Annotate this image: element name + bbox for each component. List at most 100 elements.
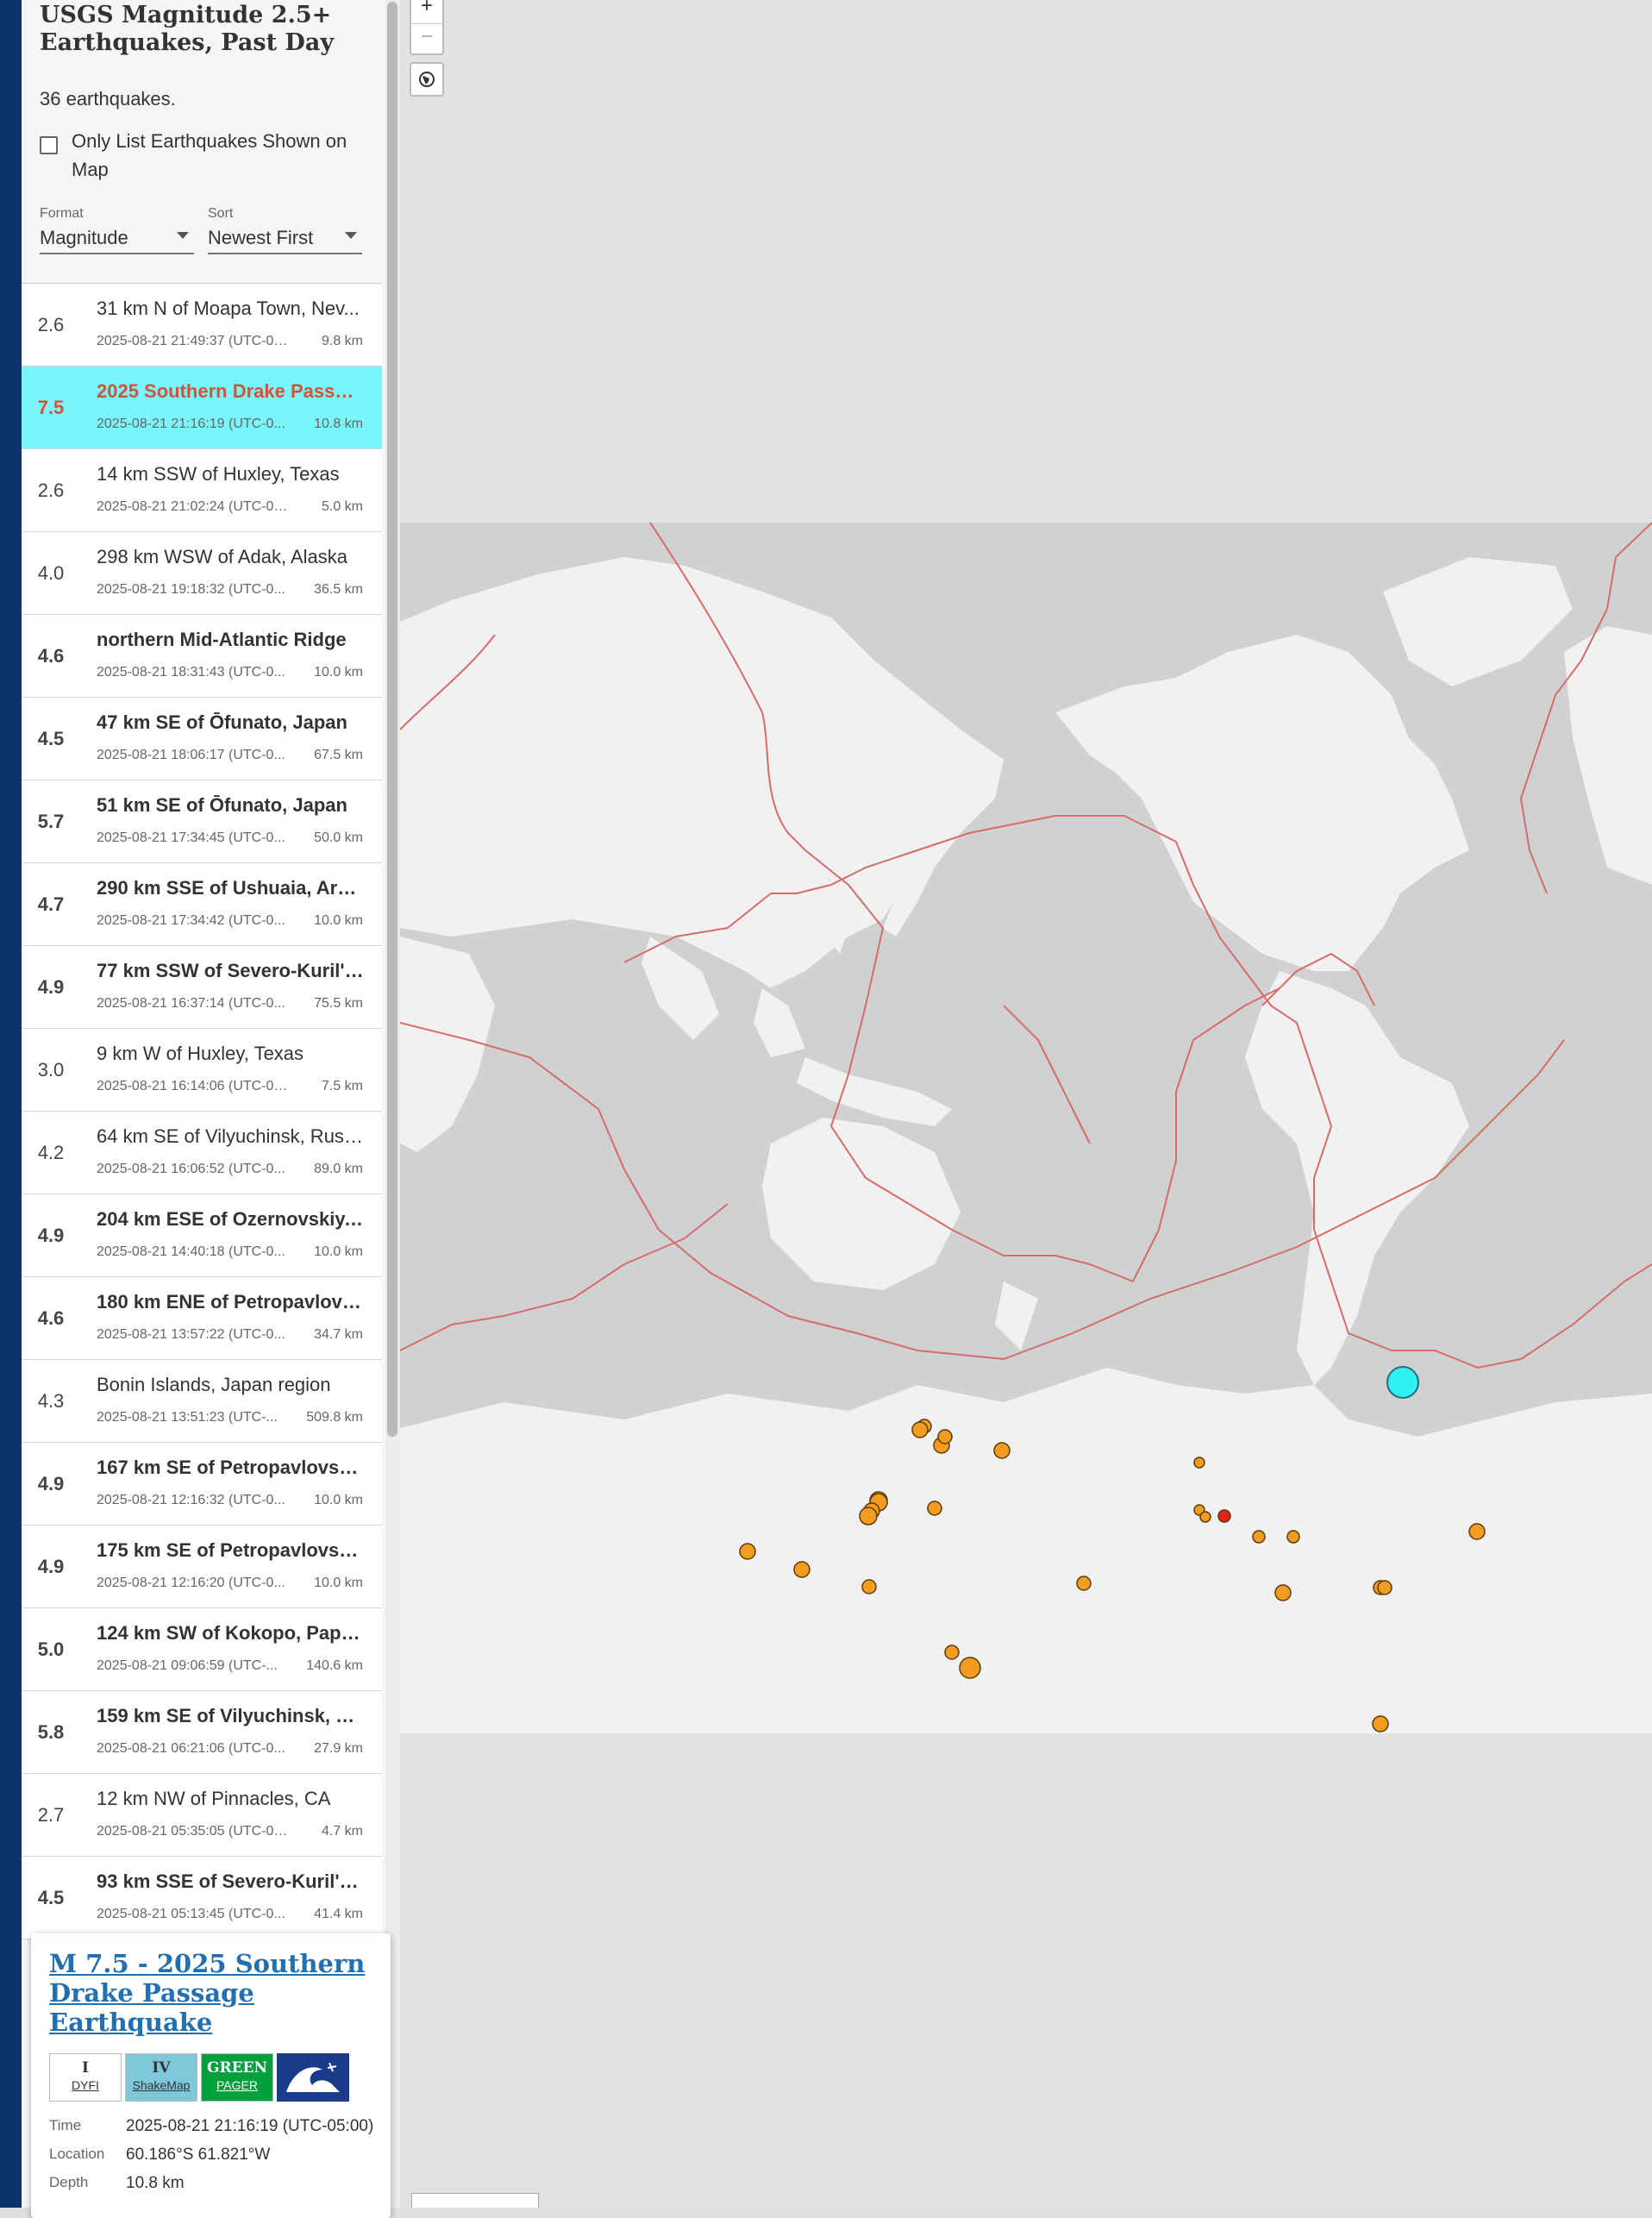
- quake-marker[interactable]: [861, 1579, 877, 1595]
- event-time: 2025-08-21 13:51:23 (UTC-...: [97, 1410, 278, 1425]
- list-item[interactable]: 2.6 31 km N of Moapa Town, Nev... 2025-08-…: [22, 284, 382, 367]
- event-time: 2025-08-21 17:34:42 (UTC-0...: [97, 913, 285, 928]
- place-name: 124 km SW of Kokopo, Papua...: [97, 1622, 364, 1644]
- list-item[interactable]: 4.0 298 km WSW of Adak, Alaska 2025-08-21 …: [22, 532, 382, 615]
- magnitude: 4.5: [37, 1887, 65, 1908]
- place-name: 51 km SE of Ōfunato, Japan: [97, 794, 347, 816]
- earthquake-list-sidebar: USGS Magnitude 2.5+ Earthquakes, Past Da…: [22, 0, 400, 2208]
- event-time: 2025-08-21 14:40:18 (UTC-0...: [97, 1244, 285, 1259]
- list-item[interactable]: 4.3 Bonin Islands, Japan region 2025-08-21…: [22, 1360, 382, 1443]
- tsunami-badge[interactable]: [277, 2053, 349, 2102]
- event-depth: 41.4 km: [314, 1907, 363, 1921]
- quake-marker[interactable]: [1199, 1511, 1211, 1523]
- format-label: Format: [40, 206, 84, 221]
- place-name: 159 km SE of Vilyuchinsk, Ru...: [97, 1705, 364, 1726]
- list-item-selected[interactable]: 7.5 2025 Southern Drake Passag... 2025-08-…: [22, 367, 382, 449]
- event-depth: 67.5 km: [314, 748, 363, 762]
- magnitude: 4.2: [37, 1142, 65, 1163]
- sort-label: Sort: [208, 206, 234, 221]
- location-value: 60.186°S 61.821°W: [126, 2146, 271, 2164]
- sidebar-scrollbar-thumb[interactable]: [387, 2, 397, 1437]
- place-name: 77 km SSW of Severo-Kuril's...: [97, 960, 364, 981]
- basemap-button[interactable]: [410, 62, 444, 97]
- event-depth: 34.7 km: [314, 1327, 363, 1342]
- map-filter-label: Only List Earthquakes Shown on Map: [72, 130, 347, 180]
- magnitude: 4.3: [37, 1390, 65, 1412]
- list-item[interactable]: 4.6 northern Mid-Atlantic Ridge 2025-08-21…: [22, 615, 382, 698]
- event-time: 2025-08-21 12:16:32 (UTC-0...: [97, 1493, 285, 1507]
- list-item[interactable]: 4.9 175 km SE of Petropavlovsk-... 2025-08…: [22, 1526, 382, 1608]
- list-item[interactable]: 4.5 47 km SE of Ōfunato, Japan 2025-08-21 …: [22, 698, 382, 780]
- place-name: 14 km SSW of Huxley, Texas: [97, 463, 340, 485]
- place-name: 175 km SE of Petropavlovsk-...: [97, 1539, 364, 1561]
- zoom-out-button[interactable]: −: [411, 23, 442, 54]
- quake-marker[interactable]: [911, 1421, 929, 1438]
- quake-marker[interactable]: [927, 1501, 942, 1516]
- event-depth: 50.0 km: [314, 830, 363, 845]
- event-depth: 509.8 km: [306, 1410, 363, 1425]
- quake-marker[interactable]: [937, 1429, 953, 1444]
- quake-marker[interactable]: [1076, 1576, 1092, 1591]
- sort-value: Newest First: [208, 227, 314, 248]
- event-time: 2025-08-21 21:16:19 (UTC-0...: [97, 417, 285, 431]
- list-item[interactable]: 4.9 167 km SE of Petropavlovsk-... 2025-08…: [22, 1443, 382, 1526]
- magnitude: 4.0: [37, 562, 65, 584]
- chevron-down-icon: [345, 232, 357, 239]
- quake-marker[interactable]: [859, 1507, 878, 1526]
- list-item[interactable]: 5.8 159 km SE of Vilyuchinsk, Ru... 2025-0…: [22, 1691, 382, 1774]
- list-item[interactable]: 4.2 64 km SE of Vilyuchinsk, Russia 2025-0…: [22, 1112, 382, 1194]
- map-filter-toggle[interactable]: Only List Earthquakes Shown on Map: [40, 127, 385, 184]
- sort-select[interactable]: Sort Newest First: [208, 206, 362, 254]
- quake-marker[interactable]: [1193, 1457, 1205, 1469]
- tsunami-wave-icon: [286, 2062, 340, 2092]
- place-name: Bonin Islands, Japan region: [97, 1374, 331, 1395]
- earthquake-map[interactable]: + −: [400, 0, 1652, 2208]
- quake-marker-recent[interactable]: [1217, 1509, 1231, 1523]
- magnitude: 2.6: [37, 479, 65, 501]
- list-item[interactable]: 5.0 124 km SW of Kokopo, Papua... 2025-08-…: [22, 1608, 382, 1691]
- list-item[interactable]: 2.6 14 km SSW of Huxley, Texas 2025-08-21 …: [22, 449, 382, 532]
- list-item[interactable]: 2.7 12 km NW of Pinnacles, CA 2025-08-21 0…: [22, 1774, 382, 1857]
- map-filter-checkbox[interactable]: [40, 136, 58, 154]
- magnitude: 4.5: [37, 728, 65, 749]
- place-name: 9 km W of Huxley, Texas: [97, 1043, 304, 1064]
- quake-marker[interactable]: [944, 1645, 960, 1660]
- quake-marker[interactable]: [1468, 1523, 1486, 1540]
- event-time: 2025-08-21 16:14:06 (UTC-05:...: [97, 1079, 291, 1093]
- place-name: 298 km WSW of Adak, Alaska: [97, 546, 348, 567]
- quake-marker[interactable]: [1286, 1530, 1300, 1544]
- list-item[interactable]: 4.7 290 km SSE of Ushuaia, Arge... 2025-08…: [22, 863, 382, 946]
- magnitude: 5.0: [37, 1638, 65, 1660]
- quake-marker[interactable]: [959, 1657, 981, 1679]
- quake-marker[interactable]: [1274, 1584, 1292, 1601]
- event-depth: 27.9 km: [314, 1741, 363, 1756]
- pager-badge[interactable]: GREEN PAGER: [201, 2053, 273, 2102]
- quake-marker[interactable]: [739, 1543, 756, 1560]
- quake-marker[interactable]: [1377, 1580, 1392, 1595]
- pager-label: PAGER: [216, 2078, 258, 2092]
- event-depth: 5.0 km: [321, 499, 363, 514]
- list-item[interactable]: 3.0 9 km W of Huxley, Texas 2025-08-21 16:…: [22, 1029, 382, 1112]
- dyfi-label: DYFI: [72, 2078, 99, 2092]
- list-item[interactable]: 4.6 180 km ENE of Petropavlovsk... 2025-08…: [22, 1277, 382, 1360]
- list-item[interactable]: 5.7 51 km SE of Ōfunato, Japan 2025-08-21 …: [22, 780, 382, 863]
- list-item[interactable]: 4.9 77 km SSW of Severo-Kuril's... 2025-08…: [22, 946, 382, 1029]
- shakemap-badge[interactable]: IV ShakeMap: [125, 2053, 197, 2102]
- quake-marker[interactable]: [1372, 1715, 1389, 1732]
- dyfi-badge[interactable]: I DYFI: [49, 2053, 122, 2102]
- list-item[interactable]: 4.9 204 km ESE of Ozernovskiy, ... 2025-08…: [22, 1194, 382, 1277]
- magnitude: 4.9: [37, 1225, 65, 1246]
- format-select[interactable]: Format Magnitude: [40, 206, 194, 254]
- list-item[interactable]: 4.5 93 km SSE of Severo-Kuril'sk,... 2025-…: [22, 1857, 382, 1939]
- popup-title-link[interactable]: M 7.5 - 2025 Southern Drake Passage Eart…: [49, 1949, 377, 2037]
- quake-marker[interactable]: [1252, 1530, 1266, 1544]
- world-map[interactable]: [400, 523, 1652, 1733]
- place-name: 93 km SSE of Severo-Kuril'sk,...: [97, 1870, 364, 1892]
- quake-marker[interactable]: [993, 1442, 1011, 1459]
- event-depth: 10.0 km: [314, 1493, 363, 1507]
- earthquake-count: 36 earthquakes.: [40, 88, 176, 110]
- quake-marker[interactable]: [793, 1561, 810, 1578]
- zoom-in-button[interactable]: +: [411, 0, 442, 23]
- event-time: 2025-08-21 17:34:45 (UTC-0...: [97, 830, 285, 845]
- event-time: 2025-08-21 06:21:06 (UTC-0...: [97, 1741, 285, 1756]
